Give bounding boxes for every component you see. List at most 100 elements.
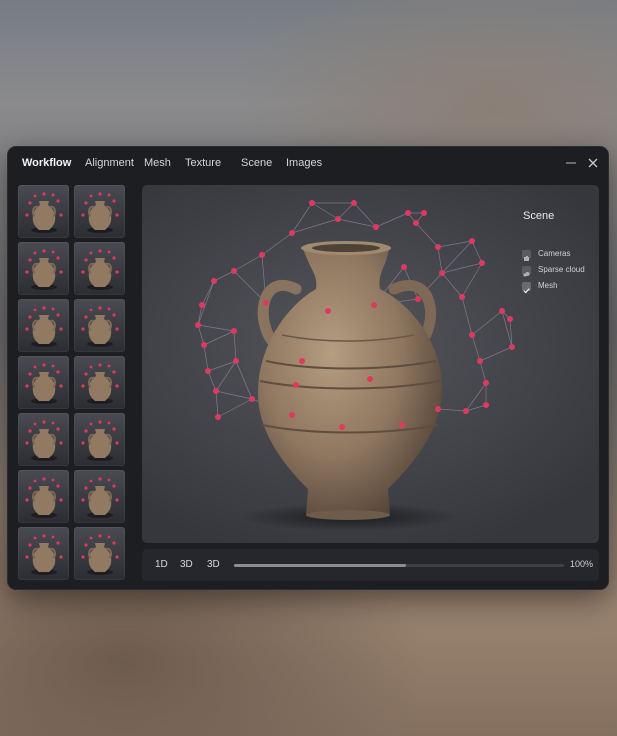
camera-point	[483, 380, 489, 386]
camera-point	[371, 302, 377, 308]
camera-point	[259, 252, 265, 258]
camera-point	[309, 200, 315, 206]
minimize-icon[interactable]	[562, 154, 580, 172]
wireframe-edge	[415, 222, 439, 248]
camera-point	[335, 216, 341, 222]
wireframe-edge	[479, 346, 513, 362]
vase-thumbnail-icon	[25, 534, 63, 575]
wireframe-edge	[479, 360, 487, 384]
vase-thumbnail-icon	[25, 306, 63, 347]
vase-mesh	[257, 241, 443, 520]
camera-point	[233, 358, 239, 364]
vase-thumbnail-icon	[81, 420, 119, 461]
image-thumbnail[interactable]	[74, 470, 125, 523]
menu-scene[interactable]: Scene	[241, 157, 272, 169]
image-thumbnail[interactable]	[74, 299, 125, 352]
camera-point	[351, 200, 357, 206]
wireframe-edge	[441, 272, 463, 298]
image-thumbnail[interactable]	[74, 527, 125, 580]
camera-point	[439, 270, 445, 276]
vase-thumbnail-icon	[81, 192, 119, 233]
wireframe-edge	[471, 310, 503, 336]
image-thumbnail[interactable]	[74, 356, 125, 409]
image-thumbnail[interactable]	[18, 299, 69, 352]
wireframe-edge	[215, 360, 237, 392]
wireframe-edge	[217, 398, 253, 418]
wireframe-edge	[207, 370, 217, 392]
image-thumbnail[interactable]	[18, 356, 69, 409]
menu-alignment[interactable]: Alignment	[85, 157, 134, 169]
image-thumbnail[interactable]	[18, 242, 69, 295]
camera-point	[499, 308, 505, 314]
menu-texture[interactable]: Texture	[185, 157, 221, 169]
vase-thumbnail-icon	[25, 363, 63, 404]
scene-panel-title: Scene	[523, 210, 555, 222]
image-thumbnail[interactable]	[18, 185, 69, 238]
progress-label: 100%	[569, 559, 593, 569]
wireframe-edge	[465, 382, 487, 412]
camera-point	[213, 388, 219, 394]
wireframe-edge	[311, 202, 339, 220]
camera-point	[469, 238, 475, 244]
camera-point	[399, 422, 405, 428]
progress-fill	[234, 564, 406, 567]
camera-point	[415, 296, 421, 302]
camera-point	[293, 382, 299, 388]
wireframe-edge	[203, 344, 209, 372]
wireframe-edge	[437, 246, 443, 274]
camera-point	[373, 224, 379, 230]
vase-thumbnail-icon	[81, 534, 119, 575]
wireframe-edge	[375, 212, 409, 228]
scene-label-cameras: Cameras	[538, 249, 571, 258]
camera-point	[211, 278, 217, 284]
camera-point	[325, 308, 331, 314]
vase-thumbnail-icon	[25, 477, 63, 518]
camera-point	[367, 376, 373, 382]
wireframe-edge	[213, 270, 235, 282]
wireframe-edge	[437, 408, 467, 412]
view-button-3d-alt[interactable]: 3D	[207, 559, 220, 570]
image-thumbnail[interactable]	[74, 413, 125, 466]
wireframe-edge	[461, 296, 473, 336]
wireframe-edge	[197, 324, 205, 346]
image-thumbnail[interactable]	[74, 242, 125, 295]
camera-point	[289, 412, 295, 418]
image-thumbnail[interactable]	[18, 527, 69, 580]
image-thumbnail[interactable]	[18, 470, 69, 523]
wireframe-edge	[471, 240, 483, 264]
camera-point	[405, 210, 411, 216]
wireframe-edge	[291, 218, 339, 234]
image-thumbnail-list	[18, 185, 131, 583]
menu-mesh[interactable]: Mesh	[144, 157, 171, 169]
image-thumbnail[interactable]	[18, 413, 69, 466]
check-icon	[522, 282, 531, 294]
wireframe-edge	[461, 262, 483, 298]
vase-thumbnail-icon	[81, 477, 119, 518]
camera-point	[215, 414, 221, 420]
wireframe-edge	[261, 232, 293, 256]
progress-track[interactable]	[234, 564, 564, 567]
image-thumbnail[interactable]	[74, 185, 125, 238]
view-button-3d[interactable]: 3D	[180, 559, 193, 570]
view-button-1d[interactable]: 1D	[155, 559, 168, 570]
close-icon[interactable]	[584, 154, 602, 172]
wireframe-edge	[291, 202, 313, 234]
app-window: Workflow Alignment Mesh Texture Scene Im…	[7, 146, 609, 590]
scene-label-mesh: Mesh	[538, 281, 558, 290]
3d-viewport[interactable]: Scene Cameras Sparse cloud Mesh	[142, 185, 599, 543]
camera-icon	[522, 250, 531, 261]
wireframe-edge	[233, 330, 237, 362]
menu-images[interactable]: Images	[286, 157, 322, 169]
wireframe-edge	[203, 330, 235, 346]
vase-thumbnail-icon	[81, 363, 119, 404]
title-bar: Workflow Alignment Mesh Texture Scene Im…	[8, 147, 608, 179]
camera-point	[469, 332, 475, 338]
wireframe-edge	[207, 360, 237, 372]
camera-point	[199, 302, 205, 308]
camera-point	[435, 406, 441, 412]
menu-workflow[interactable]: Workflow	[22, 157, 71, 169]
wireframe-edge	[471, 334, 481, 362]
camera-point	[413, 220, 419, 226]
camera-point	[231, 328, 237, 334]
camera-point	[231, 268, 237, 274]
